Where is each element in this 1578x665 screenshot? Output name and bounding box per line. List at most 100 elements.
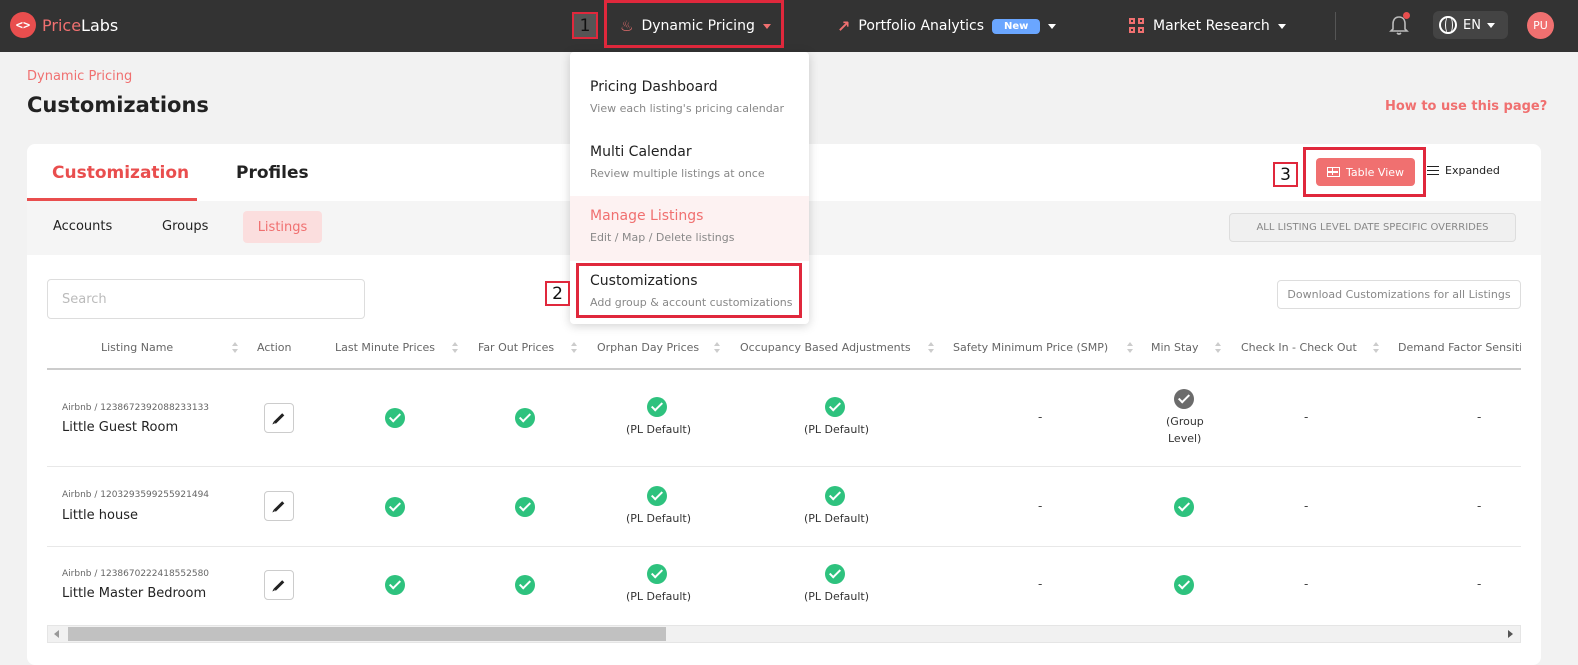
menu-item-manage-listings[interactable]: Manage Listings [590, 208, 703, 224]
demand-value: - [1477, 410, 1482, 424]
chevron-down-icon [1048, 23, 1057, 29]
pl-default-note: (PL Default) [626, 423, 692, 436]
expanded-view-button[interactable]: Expanded [1427, 164, 1500, 177]
search-input[interactable]: Search [47, 279, 365, 319]
check-icon [647, 564, 667, 584]
check-icon [1174, 497, 1194, 517]
help-link[interactable]: How to use this page? [1385, 99, 1547, 114]
menu-item-multi-calendar[interactable]: Multi Calendar [590, 144, 692, 160]
column-header-last-minute-prices[interactable]: Last Minute Prices [335, 341, 435, 354]
table-header-divider [47, 368, 1521, 370]
scrollbar-thumb[interactable] [68, 627, 666, 641]
listing-id: Airbnb / 1238672392088233133 [62, 403, 210, 413]
column-header-listing-name[interactable]: Listing Name [101, 341, 173, 354]
column-header-far-out-prices[interactable]: Far Out Prices [478, 341, 554, 354]
globe-icon [1439, 16, 1457, 34]
annotation-number-1: 1 [572, 12, 598, 39]
language-label: EN [1463, 17, 1481, 33]
column-header-action: Action [257, 341, 292, 354]
chevron-down-icon [1277, 23, 1286, 29]
language-selector[interactable]: EN [1433, 11, 1508, 39]
page-title: Customizations [27, 93, 209, 117]
tab-profiles[interactable]: Profiles [236, 163, 309, 183]
top-navigation-bar [0, 0, 1578, 52]
date-specific-overrides-button[interactable]: ALL LISTING LEVEL DATE SPECIFIC OVERRIDE… [1229, 213, 1516, 242]
pl-default-note: (PL Default) [804, 590, 870, 603]
pricelabs-logo[interactable]: <> PriceLabs [10, 12, 118, 38]
sort-icon[interactable] [928, 342, 935, 354]
user-avatar[interactable]: PU [1527, 12, 1554, 39]
column-header-check-in-out[interactable]: Check In - Check Out [1241, 341, 1357, 354]
column-header-orphan-day-prices[interactable]: Orphan Day Prices [597, 341, 699, 354]
nav-market-research-label: Market Research [1153, 18, 1270, 34]
nav-market-research[interactable]: Market Research [1129, 0, 1286, 52]
column-header-occupancy-adjustments[interactable]: Occupancy Based Adjustments [740, 341, 911, 354]
check-icon [1174, 389, 1194, 409]
edit-button[interactable] [264, 570, 294, 600]
tab-customization[interactable]: Customization [52, 163, 189, 183]
edit-button[interactable] [264, 491, 294, 521]
sort-icon[interactable] [571, 342, 578, 354]
check-icon [1174, 575, 1194, 595]
notification-dot [1403, 12, 1410, 19]
listing-id: Airbnb / 1203293599255921494 [62, 490, 210, 500]
menu-item-subtitle: Edit / Map / Delete listings [590, 231, 735, 244]
sort-icon[interactable] [232, 342, 239, 354]
column-header-min-stay[interactable]: Min Stay [1151, 341, 1199, 354]
subtab-accounts[interactable]: Accounts [53, 219, 112, 234]
highlight-box-dynamic-pricing [604, 0, 784, 48]
check-icon [515, 497, 535, 517]
smp-value: - [1038, 499, 1043, 513]
edit-button[interactable] [264, 403, 294, 433]
checkin-value: - [1304, 410, 1309, 424]
subtab-listings[interactable]: Listings [243, 211, 322, 243]
menu-item-subtitle: View each listing's pricing calendar [590, 102, 784, 115]
grid-icon [1129, 18, 1145, 34]
listing-name[interactable]: Little house [62, 508, 138, 523]
pl-default-note: (PL Default) [626, 590, 692, 603]
check-icon [647, 486, 667, 506]
check-icon [515, 408, 535, 428]
scroll-left-icon[interactable] [54, 630, 59, 638]
menu-item-subtitle: Review multiple listings at once [590, 167, 765, 180]
sort-icon[interactable] [452, 342, 459, 354]
scroll-right-icon[interactable] [1508, 630, 1513, 638]
sort-icon[interactable] [1215, 342, 1222, 354]
download-customizations-button[interactable]: Download Customizations for all Listings [1277, 280, 1521, 309]
pl-default-note: (PL Default) [804, 512, 870, 525]
annotation-number-2: 2 [545, 281, 570, 306]
logo-mark-icon: <> [10, 12, 36, 38]
check-icon [385, 408, 405, 428]
listing-id: Airbnb / 1238670222418552580 [62, 569, 210, 579]
listing-name[interactable]: Little Master Bedroom [62, 586, 206, 601]
subtab-groups[interactable]: Groups [162, 219, 208, 234]
menu-item-highlight [570, 196, 809, 261]
breadcrumb[interactable]: Dynamic Pricing [27, 69, 132, 84]
row-divider [47, 546, 1521, 547]
trend-icon: ↗ [837, 16, 851, 36]
sort-icon[interactable] [1373, 342, 1380, 354]
sort-icon[interactable] [1127, 342, 1134, 354]
check-icon [825, 397, 845, 417]
checkin-value: - [1304, 499, 1309, 513]
pl-default-note: (PL Default) [804, 423, 870, 436]
group-level-note: (Group [1166, 415, 1204, 428]
listing-name[interactable]: Little Guest Room [62, 420, 178, 435]
smp-value: - [1038, 577, 1043, 591]
new-badge: New [992, 18, 1041, 34]
group-level-note: Level) [1168, 432, 1202, 445]
list-icon [1427, 166, 1439, 175]
annotation-number-3: 3 [1273, 162, 1298, 187]
column-header-smp[interactable]: Safety Minimum Price (SMP) [953, 341, 1108, 354]
check-icon [385, 497, 405, 517]
check-icon [825, 564, 845, 584]
menu-item-pricing-dashboard[interactable]: Pricing Dashboard [590, 79, 718, 95]
check-icon [385, 575, 405, 595]
demand-value: - [1477, 499, 1482, 513]
expanded-label: Expanded [1445, 164, 1500, 177]
sort-icon[interactable] [714, 342, 721, 354]
chevron-down-icon [1486, 22, 1495, 28]
nav-portfolio-analytics[interactable]: ↗ Portfolio Analytics New [837, 0, 1057, 52]
pencil-icon [273, 412, 285, 424]
column-header-demand-factor[interactable]: Demand Factor Sensiti [1398, 341, 1521, 354]
